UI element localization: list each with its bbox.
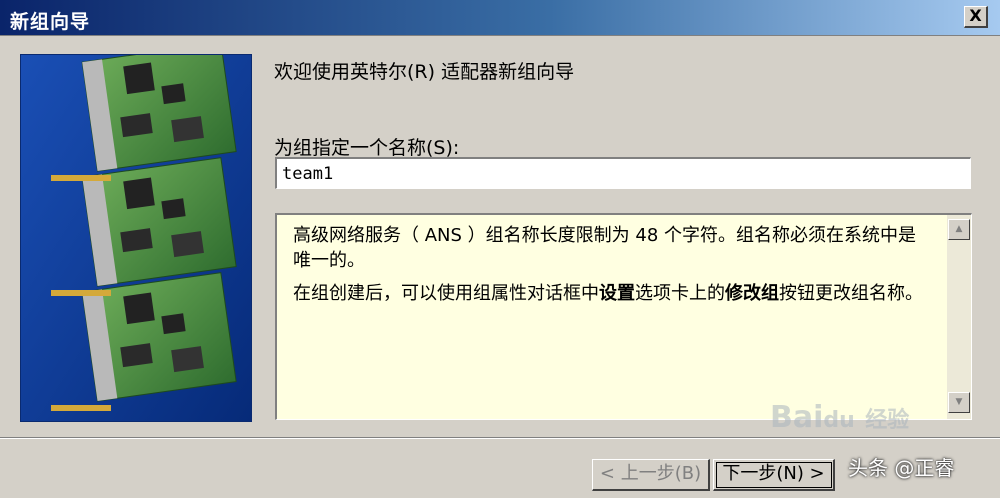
team-name-input[interactable]	[275, 157, 971, 189]
info-paragraph-2: 在组创建后，可以使用组属性对话框中设置选项卡上的修改组按钮更改组名称。	[293, 281, 933, 306]
baidu-watermark: Baidu 经验	[770, 400, 909, 435]
settings-tab-reference: 设置	[599, 283, 635, 304]
close-button[interactable]: X	[964, 6, 988, 28]
info-text-segment: 选项卡上的	[635, 283, 725, 304]
close-icon: X	[969, 6, 982, 25]
network-card-illustration	[21, 55, 251, 421]
next-button[interactable]: 下一步(N) >	[713, 459, 835, 491]
watermark-cn: 经验	[865, 408, 910, 433]
watermark-brand-suffix: du	[823, 408, 855, 433]
team-name-label: 为组指定一个名称(S):	[274, 137, 460, 159]
footer-separator	[0, 437, 1000, 439]
network-adapter-image	[20, 54, 252, 422]
modify-team-reference: 修改组	[725, 283, 779, 304]
info-paragraph-1: 高级网络服务（ ANS ）组名称长度限制为 48 个字符。组名称必须在系统中是唯…	[293, 225, 916, 271]
info-text-segment: 在组创建后，可以使用组属性对话框中	[293, 283, 599, 304]
triangle-down-icon: ▼	[955, 397, 963, 407]
watermark-brand: Bai	[770, 400, 824, 435]
info-text: 高级网络服务（ ANS ）组名称长度限制为 48 个字符。组名称必须在系统中是唯…	[293, 223, 933, 314]
author-watermark: 头条 @正睿	[848, 456, 955, 480]
title-bar: 新组向导 X	[0, 0, 1000, 36]
info-scrollbar[interactable]: ▲ ▼	[947, 215, 971, 419]
back-button[interactable]: < 上一步(B)	[592, 459, 710, 491]
welcome-heading: 欢迎使用英特尔(R) 适配器新组向导	[274, 61, 575, 83]
scroll-up-button[interactable]: ▲	[948, 219, 970, 240]
info-panel: 高级网络服务（ ANS ）组名称长度限制为 48 个字符。组名称必须在系统中是唯…	[275, 213, 972, 420]
scroll-down-button[interactable]: ▼	[948, 392, 970, 413]
triangle-up-icon: ▲	[955, 224, 963, 234]
window-title: 新组向导	[10, 11, 91, 33]
info-text-segment: 按钮更改组名称。	[779, 283, 923, 304]
